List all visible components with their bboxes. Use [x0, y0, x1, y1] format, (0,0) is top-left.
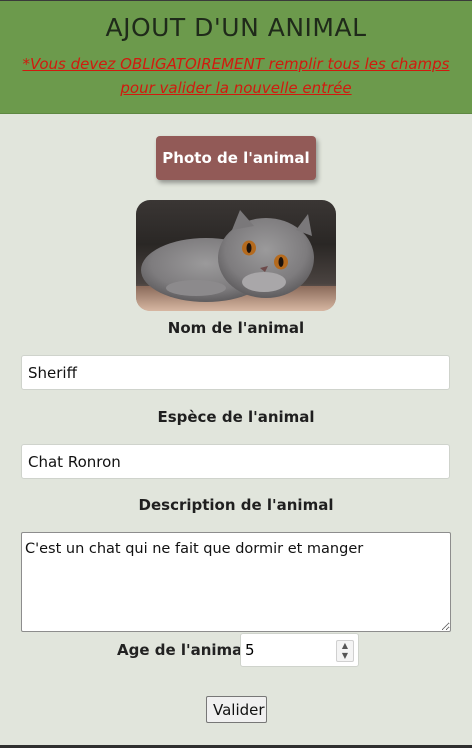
submit-button[interactable]: Valider — [206, 696, 267, 723]
cat-photo-illustration — [136, 210, 336, 311]
page: { "header": { "title": "AJOUT D'UN ANIMA… — [0, 0, 472, 748]
chevron-down-icon[interactable]: ▼ — [337, 651, 353, 661]
age-stepper[interactable]: ▲ ▼ — [336, 640, 354, 662]
animal-photo — [136, 200, 336, 311]
chevron-up-icon[interactable]: ▲ — [337, 641, 353, 651]
page-title: AJOUT D'UN ANIMAL — [105, 13, 367, 42]
species-label: Espèce de l'animal — [157, 408, 315, 426]
name-label: Nom de l'animal — [167, 319, 305, 337]
description-textarea[interactable]: C'est un chat qui ne fait que dormir et … — [21, 532, 451, 632]
name-input[interactable] — [21, 355, 450, 390]
species-input[interactable] — [21, 444, 450, 479]
page-header: AJOUT D'UN ANIMAL *Vous devez OBLIGATOIR… — [0, 1, 472, 114]
required-fields-warning: *Vous devez OBLIGATOIREMENT remplir tous… — [22, 55, 450, 97]
age-label: Age de l'animal — [117, 641, 248, 659]
description-label: Description de l'animal — [138, 496, 334, 514]
animal-photo-button[interactable]: Photo de l'animal — [156, 136, 316, 180]
